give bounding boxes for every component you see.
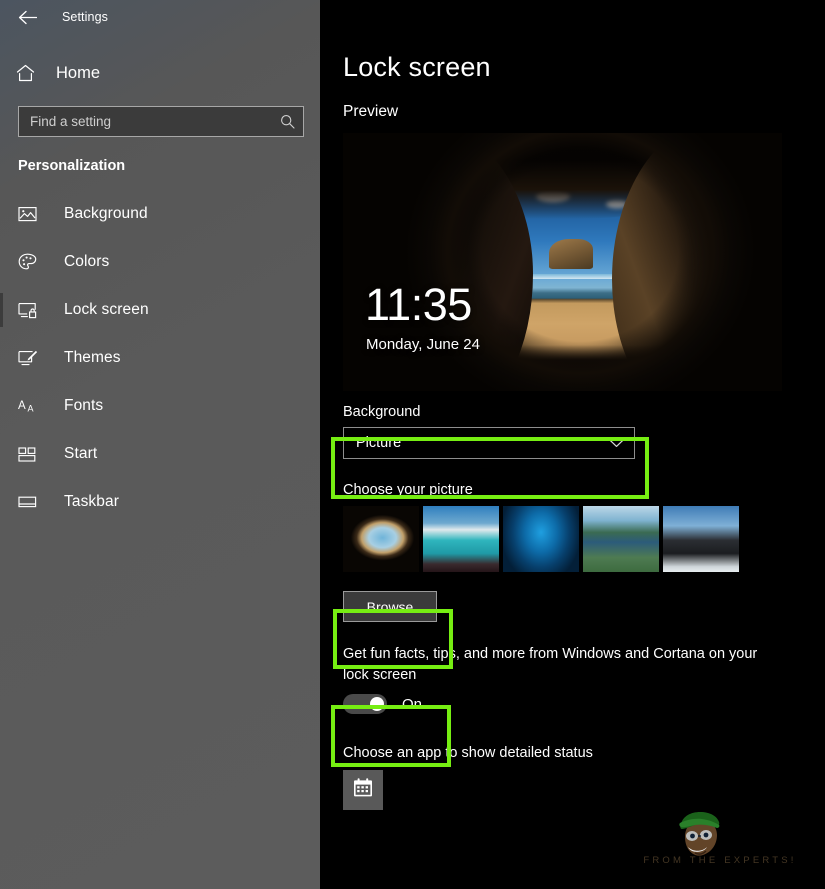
calendar-icon — [352, 777, 374, 803]
taskbar-icon — [18, 491, 42, 513]
image-icon — [18, 203, 42, 225]
sidebar-item-colors[interactable]: Colors — [0, 238, 320, 286]
detailed-status-label: Choose an app to show detailed status — [343, 745, 825, 761]
background-dropdown-value: Picture — [356, 435, 609, 451]
picture-thumbnail-list — [343, 506, 825, 572]
settings-window: Settings Home Personalization — [0, 0, 825, 889]
sidebar-item-themes[interactable]: Themes — [0, 334, 320, 382]
sidebar-label-start: Start — [64, 445, 97, 463]
start-tiles-icon — [18, 443, 42, 465]
letters-aa-icon: A A — [18, 395, 42, 417]
picture-thumbnail[interactable] — [343, 506, 419, 572]
sidebar-item-fonts[interactable]: A A Fonts — [0, 382, 320, 430]
sidebar-item-start[interactable]: Start — [0, 430, 320, 478]
background-dropdown[interactable]: Picture — [343, 427, 635, 459]
sidebar-label-lock-screen: Lock screen — [64, 301, 149, 319]
navigation-sidebar: Settings Home Personalization — [0, 0, 320, 889]
svg-text:A: A — [18, 400, 26, 412]
background-label: Background — [343, 404, 825, 420]
palette-icon — [18, 251, 42, 273]
home-icon — [16, 64, 38, 82]
fun-facts-description: Get fun facts, tips, and more from Windo… — [343, 644, 775, 686]
sidebar-item-home[interactable]: Home — [0, 53, 320, 93]
picture-thumbnail[interactable] — [423, 506, 499, 572]
sidebar-label-colors: Colors — [64, 253, 109, 271]
chevron-down-icon[interactable] — [609, 439, 624, 448]
search-icon[interactable] — [280, 114, 295, 129]
title-bar: Settings — [0, 0, 320, 34]
sidebar-label-fonts: Fonts — [64, 397, 103, 415]
sidebar-label-background: Background — [64, 205, 148, 223]
preview-time: 11:35 — [365, 282, 472, 327]
fun-facts-toggle-state: On — [402, 696, 422, 713]
sidebar-item-taskbar[interactable]: Taskbar — [0, 478, 320, 526]
search-input[interactable] — [30, 114, 280, 129]
back-arrow-icon[interactable] — [10, 2, 44, 32]
category-heading: Personalization — [18, 158, 320, 174]
browse-button[interactable]: Browse — [343, 591, 437, 622]
preview-date: Monday, June 24 — [366, 336, 480, 353]
expert-mascot-icon: FROM THE EXPERTS! — [625, 809, 815, 867]
sidebar-item-background[interactable]: Background — [0, 190, 320, 238]
sidebar-nav-list: Background Colors — [0, 190, 320, 526]
home-label: Home — [56, 64, 100, 83]
app-title: Settings — [62, 10, 108, 24]
lock-screen-preview: 11:35 Monday, June 24 — [343, 133, 782, 391]
sidebar-label-themes: Themes — [64, 349, 121, 367]
fun-facts-toggle-row: On — [343, 694, 825, 714]
picture-thumbnail[interactable] — [503, 506, 579, 572]
watermark-text: FROM THE EXPERTS! — [643, 855, 796, 866]
choose-picture-label: Choose your picture — [343, 482, 825, 498]
toggle-knob — [370, 697, 384, 711]
search-box[interactable] — [18, 106, 304, 137]
monitor-brush-icon — [18, 347, 42, 369]
watermark: FROM THE EXPERTS! — [625, 809, 815, 883]
detailed-status-app-button[interactable] — [343, 770, 383, 810]
picture-thumbnail[interactable] — [663, 506, 739, 572]
fun-facts-toggle[interactable] — [343, 694, 387, 714]
sidebar-label-taskbar: Taskbar — [64, 493, 119, 511]
preview-heading: Preview — [343, 103, 825, 121]
main-content: Lock screen Preview 11:35 Monday, June 2… — [320, 0, 825, 889]
picture-thumbnail[interactable] — [583, 506, 659, 572]
svg-text:A: A — [28, 403, 34, 413]
sidebar-item-lock-screen[interactable]: Lock screen — [0, 286, 320, 334]
page-title: Lock screen — [343, 52, 825, 83]
monitor-lock-icon — [18, 299, 42, 321]
